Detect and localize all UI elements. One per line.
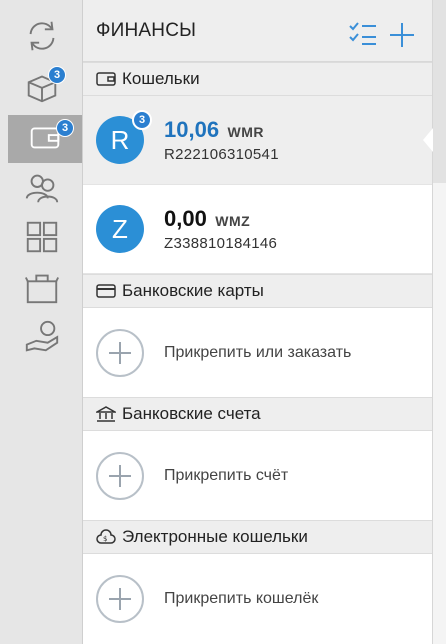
attach-account-row[interactable]: Прикрепить счёт — [83, 431, 432, 520]
cloud-money-icon: $ — [96, 529, 116, 545]
wallet-id: Z338810184146 — [164, 235, 278, 252]
services-grid-icon — [23, 218, 61, 261]
section-wallets-title: Кошельки — [122, 69, 200, 88]
section-e-wallets-title: Электронные кошельки — [122, 527, 308, 546]
rail-shop-button[interactable] — [8, 265, 76, 313]
section-e-wallets-header: $ Электронные кошельки — [83, 520, 432, 554]
svg-text:$: $ — [103, 535, 107, 543]
hand-money-icon — [23, 318, 61, 361]
left-rail: 3 3 — [0, 0, 83, 644]
wallet-avatar: Z — [96, 205, 144, 253]
rail-contacts-button[interactable] — [8, 165, 76, 213]
wallet-badge: 3 — [132, 110, 152, 130]
attach-e-wallet-row[interactable]: Прикрепить кошелёк — [83, 554, 432, 643]
attach-card-label[interactable]: Прикрепить или заказать — [164, 344, 351, 362]
attach-e-wallet-label[interactable]: Прикрепить кошелёк — [164, 590, 318, 608]
wallet-amount: 10,06 — [164, 117, 220, 142]
selection-pointer — [423, 128, 433, 152]
plus-icon[interactable] — [389, 22, 415, 53]
wallet-amount: 0,00 — [164, 206, 207, 231]
sync-icon — [23, 17, 61, 60]
rail-badge-wallet: 3 — [56, 119, 74, 137]
wallet-letter: R — [110, 124, 130, 155]
wallet-row-wmz[interactable]: Z 0,00 WMZ Z338810184146 — [83, 185, 432, 274]
attach-card-row[interactable]: Прикрепить или заказать — [83, 308, 432, 397]
panel-header: ФИНАНСЫ — [83, 0, 432, 62]
section-bank-cards-title: Банковские карты — [122, 281, 264, 300]
section-bank-cards-header: Банковские карты — [83, 274, 432, 308]
card-icon — [96, 283, 116, 299]
wallet-small-icon — [96, 71, 116, 87]
right-edge-strip — [433, 0, 446, 644]
finance-panel: ФИНАНСЫ Кошельки R 3 10,06 WMR R22210631… — [83, 0, 433, 644]
rail-wallet-button[interactable]: 3 — [8, 115, 82, 163]
wallet-id: R222106310541 — [164, 146, 279, 163]
wallet-row-wmr[interactable]: R 3 10,06 WMR R222106310541 — [83, 96, 432, 185]
add-circle-icon[interactable] — [96, 451, 144, 500]
checklist-filter-icon[interactable] — [349, 22, 377, 51]
wallet-letter: Z — [112, 213, 128, 244]
bank-icon — [96, 406, 116, 422]
section-wallets-header: Кошельки — [83, 62, 432, 96]
section-bank-accounts-title: Банковские счета — [122, 404, 261, 423]
rail-boxes-button[interactable]: 3 — [8, 64, 76, 112]
add-circle-icon[interactable] — [96, 328, 144, 377]
page-title: ФИНАНСЫ — [96, 19, 197, 41]
section-bank-accounts-header: Банковские счета — [83, 397, 432, 431]
wallet-currency: WMZ — [215, 213, 251, 229]
rail-payment-button[interactable] — [8, 315, 76, 363]
shop-bag-icon — [23, 268, 61, 311]
rail-sync-button[interactable] — [8, 14, 76, 62]
rail-services-button[interactable] — [8, 215, 76, 263]
rail-badge-boxes: 3 — [48, 66, 66, 84]
contacts-icon — [23, 168, 61, 211]
wallet-currency: WMR — [227, 124, 265, 140]
add-circle-icon[interactable] — [96, 574, 144, 623]
wallet-avatar: R 3 — [96, 110, 152, 164]
attach-account-label[interactable]: Прикрепить счёт — [164, 467, 288, 485]
